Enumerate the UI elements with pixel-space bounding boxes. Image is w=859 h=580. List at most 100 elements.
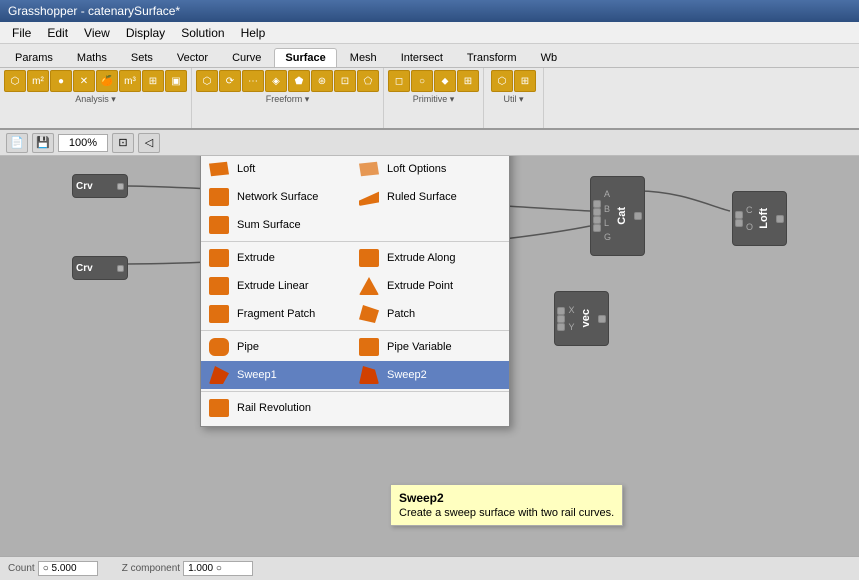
toolbar-freeform-3[interactable]: ⋯	[242, 70, 264, 92]
gh-component-vec[interactable]: XY vec	[554, 291, 609, 346]
menu-half-sum: Sum Surface	[205, 211, 355, 239]
toolbar-icon-2[interactable]: m²	[27, 70, 49, 92]
menu-label-sweep2: Sweep2	[387, 369, 427, 381]
menu-divider-2	[201, 330, 509, 331]
new-btn[interactable]: 📄	[6, 133, 28, 153]
menu-divider-3	[201, 391, 509, 392]
toolbar-section-util: ⬡ ⊞ Util ▾	[484, 68, 544, 128]
menu-label-sweep1: Sweep1	[237, 369, 277, 381]
menu-item-pipe[interactable]: Pipe Pipe Variable	[201, 333, 509, 361]
menu-view[interactable]: View	[76, 22, 118, 43]
canvas-area[interactable]: Crv Crv ABLG Cat CO	[0, 156, 859, 556]
toolbar-icon-8[interactable]: ▣	[165, 70, 187, 92]
icon-patch	[355, 301, 383, 327]
icon-network	[205, 184, 233, 210]
menu-file[interactable]: File	[4, 22, 39, 43]
menu-item-railrevolution[interactable]: Rail Revolution	[201, 394, 509, 422]
menu-half-sweep2: Sweep2	[355, 361, 505, 389]
toolbar-primitive-4[interactable]: ⊞	[457, 70, 479, 92]
menu-solution[interactable]: Solution	[173, 22, 232, 43]
toolbar-icon-6[interactable]: m³	[119, 70, 141, 92]
menu-label-railrevolution: Rail Revolution	[237, 402, 311, 414]
menu-item-fragmentpatch[interactable]: Fragment Patch Patch	[201, 300, 509, 328]
toolbar-freeform-8[interactable]: ⬠	[357, 70, 379, 92]
toolbar-primitive-1[interactable]: ◻	[388, 70, 410, 92]
toolbar-icon-7[interactable]: ⊞	[142, 70, 164, 92]
icon-ruledsurf	[355, 184, 383, 210]
menu-label-ruledsurf: Ruled Surface	[387, 191, 457, 203]
toolbar-freeform-1[interactable]: ⬡	[196, 70, 218, 92]
menu-half-sweep1: Sweep1	[205, 361, 355, 389]
tooltip-description: Create a sweep surface with two rail cur…	[399, 507, 614, 519]
menu-bar: File Edit View Display Solution Help	[0, 22, 859, 44]
icon-sweep2	[355, 362, 383, 388]
tab-params[interactable]: Params	[4, 48, 64, 67]
tab-intersect[interactable]: Intersect	[390, 48, 454, 67]
save-btn[interactable]: 💾	[32, 133, 54, 153]
menu-item-extrude[interactable]: Extrude Extrude Along	[201, 244, 509, 272]
cat-labels: ABLG	[604, 187, 611, 245]
cat-main-label: Cat	[616, 207, 628, 225]
menu-item-sweep1[interactable]: Sweep1 Sweep2	[201, 361, 509, 389]
vec-port-y	[557, 315, 565, 323]
zoom-fit-btn[interactable]: ⊡	[112, 133, 134, 153]
menu-edit[interactable]: Edit	[39, 22, 76, 43]
menu-half-empty1	[355, 211, 505, 239]
icon-sweep1	[205, 362, 233, 388]
toolbar-freeform-2[interactable]: ⟳	[219, 70, 241, 92]
tab-bar: Params Maths Sets Vector Curve Surface M…	[0, 44, 859, 68]
gh-component-crv1[interactable]: Crv	[72, 174, 128, 198]
tab-mesh[interactable]: Mesh	[339, 48, 388, 67]
menu-help[interactable]: Help	[233, 22, 274, 43]
toolbar-freeform-6[interactable]: ⊛	[311, 70, 333, 92]
toolbar-icon-5[interactable]: 🍊	[96, 70, 118, 92]
toolbar-freeform-4[interactable]: ◈	[265, 70, 287, 92]
z-value[interactable]: 1.000 ○	[183, 561, 253, 576]
toolbar-primitive-2[interactable]: ○	[411, 70, 433, 92]
z-label: Z component	[122, 563, 180, 574]
menu-divider-1	[201, 241, 509, 242]
count-value[interactable]: ○ 5.000	[38, 561, 98, 576]
menu-half-extrude: Extrude	[205, 244, 355, 272]
menu-item-loft[interactable]: Loft Loft Options	[201, 156, 509, 183]
toolbar-icon-1[interactable]: ⬡	[4, 70, 26, 92]
toggle-btn[interactable]: ◁	[138, 133, 160, 153]
toolbar-freeform-5[interactable]: ⬟	[288, 70, 310, 92]
tab-transform[interactable]: Transform	[456, 48, 528, 67]
tab-surface[interactable]: Surface	[274, 48, 336, 67]
menu-item-extrudelinear[interactable]: Extrude Linear Extrude Point	[201, 272, 509, 300]
menu-half-loft: Loft	[205, 156, 355, 183]
analysis-icons: ⬡ m² ● ✕ 🍊 m³ ⊞ ▣	[4, 70, 187, 92]
freeform-icons: ⬡ ⟳ ⋯ ◈ ⬟ ⊛ ⊡ ⬠	[196, 70, 379, 92]
freeform-label: Freeform ▾	[266, 94, 310, 105]
crv1-label: Crv	[76, 181, 93, 192]
menu-display[interactable]: Display	[118, 22, 173, 43]
toolbar-freeform-7[interactable]: ⊡	[334, 70, 356, 92]
tab-sets[interactable]: Sets	[120, 48, 164, 67]
loft-port-c	[735, 211, 743, 219]
menu-half-network: Network Surface	[205, 183, 355, 211]
gh-component-loft[interactable]: CO Loft	[732, 191, 787, 246]
toolbar-icon-4[interactable]: ✕	[73, 70, 95, 92]
icon-extrudealong	[355, 245, 383, 271]
toolbar-section-analysis: ⬡ m² ● ✕ 🍊 m³ ⊞ ▣ Analysis ▾	[0, 68, 192, 128]
menu-label-extrude: Extrude	[237, 252, 275, 264]
tab-vector[interactable]: Vector	[166, 48, 219, 67]
status-bar: Count ○ 5.000 Z component 1.000 ○	[0, 556, 859, 580]
tab-wb[interactable]: Wb	[530, 48, 569, 67]
gh-component-crv2[interactable]: Crv	[72, 256, 128, 280]
toolbar-icon-3[interactable]: ●	[50, 70, 72, 92]
tab-curve[interactable]: Curve	[221, 48, 272, 67]
menu-item-network[interactable]: Network Surface Ruled Surface	[201, 183, 509, 211]
toolbar-util-2[interactable]: ⊞	[514, 70, 536, 92]
gh-component-cat[interactable]: ABLG Cat	[590, 176, 645, 256]
tab-maths[interactable]: Maths	[66, 48, 118, 67]
secondary-toolbar: 📄 💾 100% ⊡ ◁	[0, 130, 859, 156]
menu-half-railrevolution: Rail Revolution	[205, 394, 355, 422]
icon-railrevolution	[205, 395, 233, 421]
menu-label-extrudepoint: Extrude Point	[387, 280, 453, 292]
menu-item-sum[interactable]: Sum Surface	[201, 211, 509, 239]
toolbar-primitive-3[interactable]: ⬥	[434, 70, 456, 92]
toolbar-util-1[interactable]: ⬡	[491, 70, 513, 92]
menu-half-extrudelinear: Extrude Linear	[205, 272, 355, 300]
